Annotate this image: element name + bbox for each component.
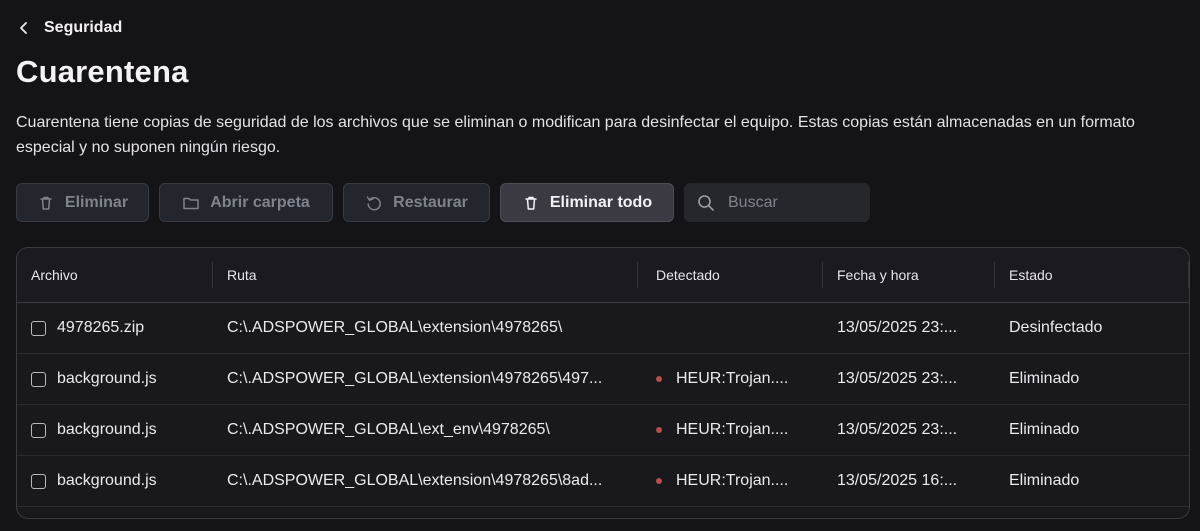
row-checkbox[interactable] bbox=[31, 320, 46, 336]
open-folder-button[interactable]: Abrir carpeta bbox=[159, 183, 333, 222]
cell-date: 13/05/2025 16:... bbox=[837, 472, 958, 489]
toolbar: Eliminar Abrir carpeta Restaurar Elimina… bbox=[16, 183, 870, 222]
restore-button-label: Restaurar bbox=[393, 193, 468, 211]
file-name: background.js bbox=[57, 370, 157, 387]
delete-button[interactable]: Eliminar bbox=[16, 183, 149, 222]
chevron-left-icon bbox=[20, 22, 27, 34]
detection-name: HEUR:Trojan.... bbox=[676, 370, 789, 387]
open-folder-button-label: Abrir carpeta bbox=[210, 193, 310, 211]
table-row[interactable]: background.js C:\.ADSPOWER_GLOBAL\ext_en… bbox=[17, 405, 1189, 456]
search-icon bbox=[698, 194, 714, 211]
cell-date: 13/05/2025 23:... bbox=[837, 421, 958, 438]
cell-path: C:\.ADSPOWER_GLOBAL\extension\4978265\49… bbox=[227, 370, 603, 387]
cell-file: background.js bbox=[17, 456, 213, 506]
cell-detected: HEUR:Trojan.... bbox=[638, 354, 823, 404]
restore-button[interactable]: Restaurar bbox=[343, 183, 490, 222]
table-header: Archivo Ruta Detectado Fecha y hora Esta… bbox=[17, 248, 1189, 303]
detection-name: HEUR:Trojan.... bbox=[676, 421, 789, 438]
cell-path: C:\.ADSPOWER_GLOBAL\extension\4978265\8a… bbox=[227, 472, 603, 489]
search-box[interactable] bbox=[684, 183, 870, 222]
cell-status: Desinfectado bbox=[1009, 319, 1103, 336]
back-link[interactable]: Seguridad bbox=[18, 16, 122, 40]
cell-path: C:\.ADSPOWER_GLOBAL\extension\4978265\ bbox=[227, 319, 563, 336]
page-title: Cuarentena bbox=[16, 54, 189, 89]
cell-status: Eliminado bbox=[1009, 370, 1080, 387]
cell-status: Eliminado bbox=[1009, 472, 1080, 489]
threat-dot-icon bbox=[656, 478, 662, 484]
file-name: background.js bbox=[57, 421, 157, 438]
detection-name: HEUR:Trojan.... bbox=[676, 472, 789, 489]
cell-date: 13/05/2025 23:... bbox=[837, 370, 958, 387]
file-name: background.js bbox=[57, 472, 157, 489]
trash-icon bbox=[40, 196, 52, 210]
cell-detected: HEUR:Trojan.... bbox=[638, 405, 823, 455]
threat-dot-icon bbox=[656, 427, 662, 433]
cell-file: background.js bbox=[17, 405, 213, 455]
row-checkbox[interactable] bbox=[31, 473, 46, 489]
table-row[interactable]: background.js C:\.ADSPOWER_GLOBAL\extens… bbox=[17, 456, 1189, 507]
cell-detected bbox=[638, 303, 823, 353]
restore-icon bbox=[366, 195, 382, 210]
search-input[interactable] bbox=[726, 192, 860, 213]
threat-dot-icon bbox=[656, 376, 662, 382]
column-header-status[interactable]: Estado bbox=[995, 248, 1189, 302]
cell-path: C:\.ADSPOWER_GLOBAL\ext_env\4978265\ bbox=[227, 421, 550, 438]
table-row[interactable]: 4978265.zip C:\.ADSPOWER_GLOBAL\extensio… bbox=[17, 303, 1189, 354]
delete-all-button[interactable]: Eliminar todo bbox=[500, 183, 674, 222]
column-header-path[interactable]: Ruta bbox=[213, 248, 638, 302]
column-header-date[interactable]: Fecha y hora bbox=[823, 248, 995, 302]
column-header-file[interactable]: Archivo bbox=[17, 248, 213, 302]
cell-date: 13/05/2025 23:... bbox=[837, 319, 958, 336]
cell-file: 4978265.zip bbox=[17, 303, 213, 353]
cell-detected: HEUR:Trojan.... bbox=[638, 456, 823, 506]
delete-button-label: Eliminar bbox=[64, 193, 129, 211]
cell-status: Eliminado bbox=[1009, 421, 1080, 438]
trash-icon bbox=[525, 196, 537, 210]
back-label: Seguridad bbox=[44, 19, 123, 36]
file-name: 4978265.zip bbox=[57, 319, 145, 336]
page-description: Cuarentena tiene copias de seguridad de … bbox=[16, 114, 1135, 156]
folder-icon bbox=[183, 197, 199, 209]
delete-all-button-label: Eliminar todo bbox=[549, 193, 653, 211]
row-checkbox[interactable] bbox=[31, 422, 46, 438]
row-checkbox[interactable] bbox=[31, 371, 46, 387]
column-header-detected[interactable]: Detectado bbox=[638, 248, 823, 302]
quarantine-table: Archivo Ruta Detectado Fecha y hora Esta… bbox=[16, 247, 1190, 519]
table-row[interactable]: background.js C:\.ADSPOWER_GLOBAL\extens… bbox=[17, 354, 1189, 405]
cell-file: background.js bbox=[17, 354, 213, 404]
